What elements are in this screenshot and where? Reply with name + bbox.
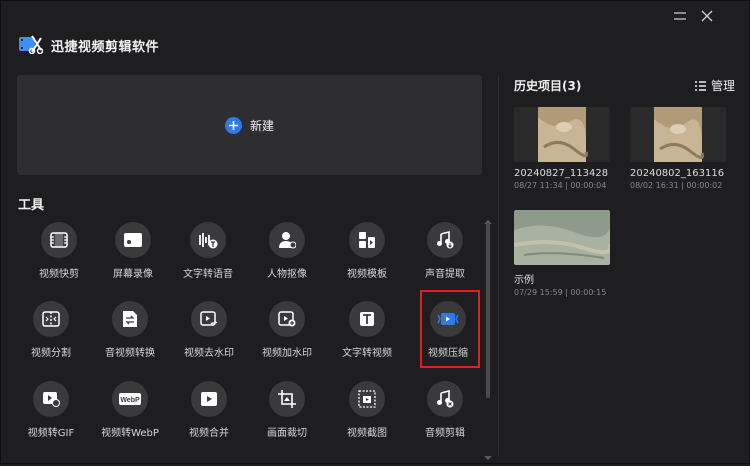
text-to-video-icon: [349, 301, 385, 337]
scroll-up-arrow-icon[interactable]: [483, 211, 493, 224]
tool-label: 视频合并: [189, 428, 229, 439]
tool-screen-record[interactable]: 屏幕录像: [97, 222, 169, 292]
new-project-label: 新建: [249, 118, 274, 133]
gif-icon: [33, 381, 69, 417]
scroll-down-arrow-icon[interactable]: [483, 447, 493, 460]
history-item-name: 20240802_163116: [630, 168, 725, 179]
person-cutout-icon: [269, 222, 305, 258]
screen-record-icon: [115, 222, 151, 258]
tool-label: 声音提取: [425, 269, 465, 280]
panel-divider: [498, 75, 499, 455]
minimize-button[interactable]: [670, 7, 690, 25]
plus-icon: [224, 116, 242, 134]
video-thumbnail: [514, 210, 610, 265]
text-to-speech-icon: [190, 222, 226, 258]
history-item-meta: 08/02 16:31 | 00:00:02: [630, 181, 723, 190]
tool-video-template[interactable]: 视频模板: [331, 222, 403, 292]
tool-label: 视频分割: [31, 348, 71, 359]
history-item-name: 示例: [514, 275, 534, 286]
title-bar: 迅捷视频剪辑软件: [1, 1, 750, 71]
history-item-name: 20240827_113428: [514, 168, 609, 179]
app-window: 迅捷视频剪辑软件 新建 工具 视频快剪 屏幕录像 文字转语音 人物抠像 视频模板…: [0, 0, 750, 464]
tool-av-convert[interactable]: 音视频转换: [94, 301, 166, 371]
tool-video-screenshot[interactable]: 视频截图: [331, 381, 403, 451]
audio-edit-icon: [427, 381, 463, 417]
template-icon: [349, 222, 385, 258]
manage-button[interactable]: 管理: [695, 77, 735, 94]
highlight-box: [420, 290, 480, 368]
tool-label: 视频去水印: [184, 348, 234, 359]
crop-icon: [269, 381, 305, 417]
history-item[interactable]: 20240827_113428 08/27 11:34 | 00:00:04: [514, 107, 614, 190]
tool-label: 文字转视频: [342, 348, 392, 359]
tool-label: 视频截图: [347, 428, 387, 439]
history-item[interactable]: 示例 07/29 15:59 | 00:00:15: [514, 210, 614, 297]
tool-text-to-video[interactable]: 文字转视频: [331, 301, 403, 371]
history-item-meta: 07/29 15:59 | 00:00:15: [514, 288, 607, 297]
webp-icon: WebP: [112, 381, 148, 417]
tool-remove-watermark[interactable]: 视频去水印: [173, 301, 245, 371]
tool-label: 画面裁切: [267, 428, 307, 439]
film-icon: [41, 222, 77, 258]
close-icon: [701, 10, 713, 22]
history-item-meta: 08/27 11:34 | 00:00:04: [514, 181, 607, 190]
tool-audio-edit[interactable]: 音频剪辑: [409, 381, 481, 451]
tool-text-to-speech[interactable]: 文字转语音: [172, 222, 244, 292]
manage-label: 管理: [711, 79, 736, 93]
app-logo-icon: [19, 34, 44, 55]
history-heading: 历史项目(3): [514, 79, 582, 93]
history-item[interactable]: 20240802_163116 08/02 16:31 | 00:00:02: [630, 107, 730, 190]
audio-extract-icon: [427, 222, 463, 258]
list-icon: [695, 80, 706, 91]
video-thumbnail: [514, 107, 610, 162]
tool-video-split[interactable]: 视频分割: [15, 301, 87, 371]
tool-label: 视频加水印: [262, 348, 312, 359]
tool-label: 视频模板: [347, 269, 387, 280]
scrollbar-thumb[interactable]: [486, 223, 490, 398]
tool-video-to-gif[interactable]: 视频转GIF: [15, 381, 87, 451]
new-project-button[interactable]: 新建: [17, 75, 482, 175]
video-thumbnail: [630, 107, 726, 162]
svg-text:WebP: WebP: [120, 397, 140, 404]
tool-label: 音视频转换: [105, 348, 155, 359]
add-watermark-icon: [269, 301, 305, 337]
merge-icon: [191, 381, 227, 417]
app-title: 迅捷视频剪辑软件: [51, 40, 160, 55]
tool-label: 视频转GIF: [27, 428, 75, 439]
tool-audio-extract[interactable]: 声音提取: [409, 222, 481, 292]
close-button[interactable]: [697, 7, 717, 25]
split-icon: [33, 301, 69, 337]
tool-label: 视频转WebP: [101, 428, 159, 439]
tool-video-to-webp[interactable]: WebP 视频转WebP: [94, 381, 166, 451]
tool-video-merge[interactable]: 视频合并: [173, 381, 245, 451]
tool-label: 人物抠像: [267, 269, 307, 280]
remove-watermark-icon: [191, 301, 227, 337]
screenshot-icon: [349, 381, 385, 417]
tool-label: 文字转语音: [183, 269, 233, 280]
tool-person-cutout[interactable]: 人物抠像: [251, 222, 323, 292]
tool-add-watermark[interactable]: 视频加水印: [251, 301, 323, 371]
tool-crop[interactable]: 画面裁切: [251, 381, 323, 451]
tool-video-quick-cut[interactable]: 视频快剪: [23, 222, 95, 292]
tools-heading: 工具: [18, 198, 45, 213]
tool-label: 音频剪辑: [425, 428, 465, 439]
convert-icon: [112, 301, 148, 337]
minimize-icon: [674, 12, 686, 20]
